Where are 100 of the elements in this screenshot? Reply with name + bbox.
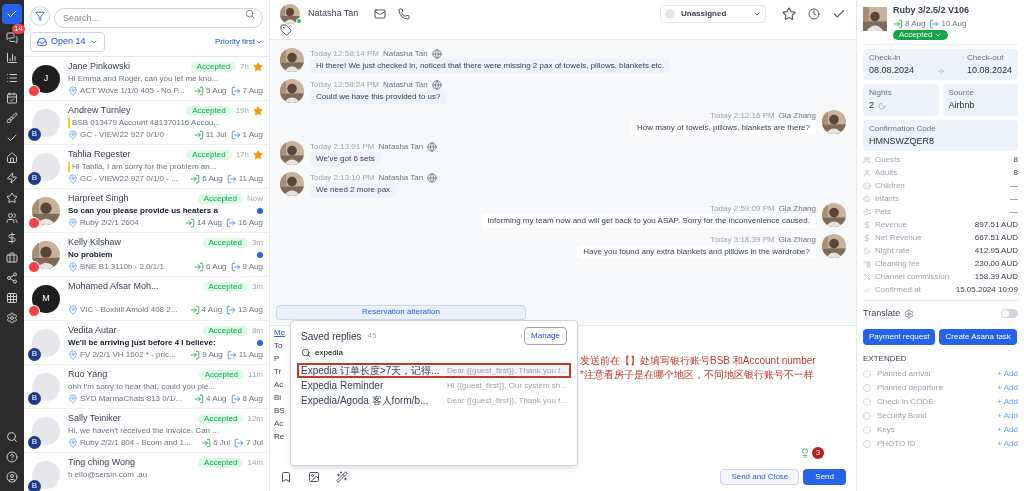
- search-icon[interactable]: [245, 9, 255, 19]
- phone-icon[interactable]: [398, 8, 411, 20]
- guest-name: Andrew Turnley: [68, 103, 131, 117]
- manage-button[interactable]: Manage: [524, 327, 567, 345]
- message-preview: So can you please provide us heaters a: [68, 204, 218, 217]
- check-in-icon: [194, 85, 205, 96]
- share-icon[interactable]: [6, 272, 18, 284]
- bolt-icon[interactable]: [6, 172, 18, 184]
- time-ago: 12m: [247, 412, 263, 425]
- conversation-item[interactable]: B Ruo Yang Accepted 11m ohh I'm sorry to hear that, could you ple... SYD MarmaChats 813 0/1/... 4 Aug 8 Aug: [24, 364, 269, 409]
- conversation-item[interactable]: J Jane Pinkowski Accepted 7h Hi Emma and Roger, can you let me kno... ACT Wove 1/1/0 405 - No P... 5 Aug 7 Aug: [24, 56, 269, 101]
- bookmark-icon[interactable]: [280, 471, 292, 483]
- message-bubble: We need 2 more pax: [310, 183, 397, 197]
- check-in-date: 4 Aug: [206, 392, 227, 405]
- nights-label: Nights: [869, 87, 893, 99]
- star-icon[interactable]: [253, 149, 263, 160]
- status-tag: Accepted: [198, 457, 244, 468]
- check-in-icon: [893, 18, 903, 29]
- reservation-alteration-banner[interactable]: Reservation alteration: [276, 304, 526, 320]
- conversation-item[interactable]: B Tahlia Regester Accepted 17h Hi Tahlia, I am sorry for the problem an... GC - VIEW22 927 0/1/0 - ... 6 Aug 11 Aug: [24, 144, 269, 189]
- chart-icon[interactable]: [6, 52, 18, 64]
- spray-icon: [863, 259, 871, 268]
- avatar: [32, 108, 60, 137]
- conversation-item[interactable]: B Vedita Autar Accepted 8m We'll be arriving just before 4 I believe: FV 2/2/1 VH 1602 * - pric... 9 Aug 11 Aug: [24, 320, 269, 365]
- reply-search-field[interactable]: expedia: [315, 347, 425, 359]
- time-ago: 19h: [235, 104, 249, 117]
- saved-reply-item[interactable]: Expedia 订单长度>7天，记得... Dear {{guest_first}}, Thank you f...: [297, 363, 571, 378]
- check-icon[interactable]: [832, 7, 846, 21]
- grid-icon[interactable]: [6, 292, 18, 304]
- action-button[interactable]: Payment request: [863, 328, 936, 345]
- image-icon[interactable]: [308, 471, 320, 483]
- conversation-item[interactable]: Harpreet Singh Accepted Now So can you please provide us heaters a Ruby 2/2/1 2604 14 Aug 16 Aug: [24, 188, 269, 233]
- message-time: Today 12:58:24 PM: [310, 78, 379, 91]
- check-in-icon: [193, 129, 204, 140]
- check-in-date: 14 Aug: [197, 216, 223, 229]
- list-icon[interactable]: [6, 72, 18, 84]
- check-in-date: 8 Aug: [905, 17, 926, 30]
- property-name: FV 2/2/1 VH 1602 * - pric...: [80, 348, 176, 361]
- avatar: [32, 372, 60, 401]
- message-bubble: Have you found any extra blankets and pillows in the wardrobe?: [577, 245, 816, 259]
- calendar-icon[interactable]: [6, 92, 18, 104]
- conversation-item[interactable]: B Sally Teiniker Accepted 12m Hi, we haven't received the invoice. Can ... Ruby 2/2/1 804 - Bcom and 1... 6 Jul 7 Jul: [24, 408, 269, 453]
- check-out-label: Check-out: [966, 51, 1005, 64]
- conversation-item[interactable]: Kelly Kilshaw Accepted 3m No problem BNE B1 3110b - 2.0/1/1 6 Aug 9 Aug: [24, 232, 269, 277]
- home-icon[interactable]: [6, 152, 18, 164]
- conversation-item[interactable]: B Ting ching Wong Accepted 14m h ello@sersin.com .au: [24, 452, 269, 491]
- conversation-item[interactable]: B Andrew Turnley Accepted 19h BSB 013479 Account 481370116 Accou... GC - VIEW22 927 0/1/0 11 Jul 1 Aug: [24, 100, 269, 145]
- search-icon[interactable]: [6, 431, 18, 443]
- logo-icon[interactable]: [2, 4, 22, 24]
- wand-icon[interactable]: [336, 471, 348, 483]
- sort-dropdown[interactable]: Priority first: [215, 35, 263, 48]
- saved-reply-item[interactable]: Expedia Reminder Hi {{guest_first}}, Our system sh...: [297, 378, 571, 393]
- check-icon[interactable]: [6, 132, 18, 144]
- help-icon[interactable]: [6, 451, 18, 463]
- guest-name: Vedita Autar: [68, 323, 117, 337]
- dollar-icon[interactable]: [6, 232, 18, 244]
- briefcase-icon[interactable]: [6, 252, 18, 264]
- saved-reply-item[interactable]: Expedia/Agoda 客人form/b... Dear {{guest_first}}, Thank you f...: [297, 393, 571, 408]
- globe-icon[interactable]: [427, 141, 438, 152]
- detail-value: —: [1010, 179, 1018, 192]
- brush-icon[interactable]: [6, 112, 18, 124]
- search-field[interactable]: Search...: [54, 8, 263, 28]
- action-button[interactable]: Create Asana task: [939, 328, 1017, 345]
- time-ago: 17h: [235, 148, 249, 161]
- property-name: ACT Wove 1/1/0 405 - No P...: [80, 84, 185, 97]
- verified-icon: [296, 18, 302, 24]
- status-tag: Accepted: [198, 413, 244, 424]
- users-icon: [863, 155, 871, 164]
- inbox-icon: [37, 36, 47, 47]
- property-name: SYD MarmaChats 813 0/1/...: [80, 392, 183, 405]
- status-dropdown[interactable]: Open 14: [30, 32, 105, 52]
- send-button[interactable]: Send: [803, 469, 846, 485]
- messages-icon[interactable]: [6, 32, 18, 44]
- unread-badge: 14: [12, 24, 25, 34]
- mail-icon[interactable]: [374, 8, 387, 20]
- globe-icon[interactable]: [431, 48, 442, 59]
- message-bubble: We've got 6 sets: [310, 152, 381, 166]
- star-icon[interactable]: [253, 105, 263, 116]
- globe-icon[interactable]: [431, 79, 442, 90]
- filter-icon: [35, 11, 45, 21]
- check-in-icon: [190, 349, 201, 360]
- star-icon[interactable]: [782, 7, 796, 21]
- users-icon[interactable]: [6, 212, 18, 224]
- detail-value: 230.00 AUD: [974, 257, 1018, 270]
- star-icon[interactable]: [253, 61, 263, 72]
- check-out-date: 16 Aug: [238, 216, 263, 229]
- assignee-dropdown[interactable]: Unassigned: [660, 5, 766, 23]
- message-preview: ohh I'm sorry to hear that, could you ple...: [68, 380, 215, 393]
- tag-icon[interactable]: [280, 24, 292, 36]
- reply-count: 45: [367, 330, 377, 342]
- composer-tab[interactable]: Me: [274, 328, 284, 338]
- check-out-date: 1 Aug: [242, 128, 263, 141]
- globe-icon[interactable]: [427, 172, 438, 183]
- sender-name: Gia Zhang: [778, 109, 816, 122]
- profile-icon[interactable]: [6, 471, 18, 483]
- clock-icon[interactable]: [808, 8, 820, 20]
- send-and-close-button[interactable]: Send and Close: [720, 469, 800, 485]
- check-out-icon: [929, 18, 940, 29]
- conversation-item[interactable]: M Mohamed Afsar Moh... Accepted 3m VIC - Boxhill Amold 408 2... 4 Aug 13 Aug: [24, 276, 269, 321]
- translate-toggle[interactable]: [1001, 309, 1018, 319]
